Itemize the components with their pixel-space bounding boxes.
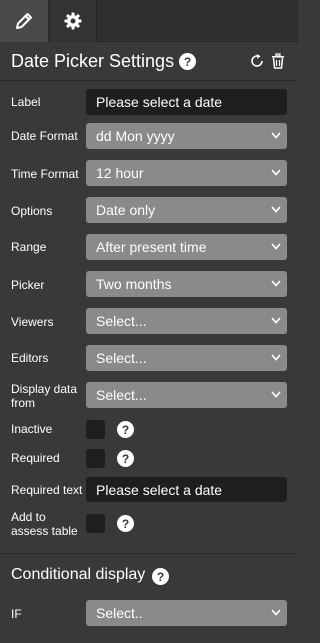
if-label: IF bbox=[11, 607, 22, 621]
tab-settings[interactable] bbox=[49, 0, 97, 42]
date-format-select[interactable]: dd Mon yyyy bbox=[86, 123, 287, 149]
chevron-down-icon bbox=[271, 206, 281, 213]
chevron-down-icon bbox=[271, 609, 281, 616]
pencil-icon bbox=[16, 13, 32, 29]
label-field-label: Label bbox=[11, 95, 41, 109]
conditional-help-icon[interactable]: ? bbox=[152, 568, 169, 585]
title-help-icon[interactable]: ? bbox=[179, 53, 196, 70]
options-label: Options bbox=[11, 204, 53, 218]
chevron-down-icon bbox=[271, 280, 281, 287]
label-input[interactable]: Please select a date bbox=[86, 89, 287, 115]
viewers-label: Viewers bbox=[11, 315, 54, 329]
required-checkbox[interactable] bbox=[86, 449, 105, 468]
required-label: Required bbox=[11, 451, 60, 465]
time-format-label: Time Format bbox=[11, 167, 79, 181]
chevron-down-icon bbox=[271, 243, 281, 250]
time-format-select[interactable]: 12 hour bbox=[86, 160, 287, 186]
required-help-icon[interactable]: ? bbox=[117, 450, 134, 467]
inactive-help-icon[interactable]: ? bbox=[117, 421, 134, 438]
page-title: Date Picker Settings bbox=[11, 51, 175, 71]
date-format-label: Date Format bbox=[11, 129, 78, 143]
chevron-down-icon bbox=[271, 354, 281, 361]
tab-edit[interactable] bbox=[0, 0, 48, 42]
required-text-label: Required text bbox=[11, 483, 83, 497]
trash-icon[interactable] bbox=[270, 53, 286, 69]
options-value: Date only bbox=[96, 202, 156, 218]
required-text-input[interactable]: Please select a date bbox=[86, 477, 287, 502]
picker-label: Picker bbox=[11, 278, 45, 292]
reset-icon[interactable] bbox=[249, 53, 265, 69]
section-divider bbox=[0, 553, 298, 554]
conditional-display-title: Conditional display bbox=[11, 566, 146, 583]
if-value: Select.. bbox=[96, 605, 143, 621]
time-format-value: 12 hour bbox=[96, 165, 144, 181]
editors-select[interactable]: Select... bbox=[86, 345, 287, 371]
chevron-down-icon bbox=[271, 391, 281, 398]
editors-label: Editors bbox=[11, 351, 49, 365]
editors-value: Select... bbox=[96, 350, 147, 366]
display-data-from-value: Select... bbox=[96, 387, 147, 403]
inactive-checkbox[interactable] bbox=[86, 420, 105, 439]
add-to-assess-table-help-icon[interactable]: ? bbox=[117, 515, 134, 532]
range-value: After present time bbox=[96, 239, 207, 255]
date-format-value: dd Mon yyyy bbox=[96, 128, 175, 144]
display-data-from-label-line2: from bbox=[11, 396, 35, 410]
inactive-label: Inactive bbox=[11, 422, 53, 436]
chevron-down-icon bbox=[271, 169, 281, 176]
picker-value: Two months bbox=[96, 276, 172, 292]
range-select[interactable]: After present time bbox=[86, 234, 287, 260]
add-to-assess-table-label-line1: Add to bbox=[11, 510, 46, 524]
range-label: Range bbox=[11, 240, 47, 254]
display-data-from-select[interactable]: Select... bbox=[86, 382, 287, 408]
display-data-from-label-line1: Display data bbox=[11, 382, 78, 396]
tab-bar bbox=[0, 0, 298, 42]
add-to-assess-table-label-line2: assess table bbox=[11, 524, 78, 538]
if-select[interactable]: Select.. bbox=[86, 600, 287, 626]
chevron-down-icon bbox=[271, 132, 281, 139]
chevron-down-icon bbox=[271, 317, 281, 324]
options-select[interactable]: Date only bbox=[86, 197, 287, 223]
viewers-value: Select... bbox=[96, 313, 147, 329]
gear-icon bbox=[64, 12, 82, 30]
viewers-select[interactable]: Select... bbox=[86, 308, 287, 334]
add-to-assess-table-checkbox[interactable] bbox=[86, 514, 105, 533]
picker-select[interactable]: Two months bbox=[86, 271, 287, 297]
